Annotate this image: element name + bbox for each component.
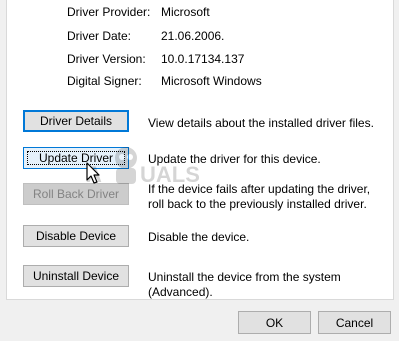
driver-tab-panel: Driver Provider: Microsoft Driver Date: … [6,0,394,300]
driver-date-value: 21.06.2006. [161,29,225,43]
roll-back-driver-button[interactable]: Roll Back Driver [23,183,129,205]
uninstall-device-button[interactable]: Uninstall Device [23,265,129,287]
driver-version-label: Driver Version: [67,52,146,66]
disable-device-button[interactable]: Disable Device [23,225,129,247]
driver-version-value: 10.0.17134.137 [161,52,245,66]
driver-date-label: Driver Date: [67,29,132,43]
driver-provider-value: Microsoft [161,5,210,19]
driver-details-button[interactable]: Driver Details [23,110,129,132]
update-driver-button[interactable]: Update Driver [23,147,129,169]
update-driver-description: Update the driver for this device. [148,152,321,166]
digital-signer-value: Microsoft Windows [161,74,262,88]
cancel-button[interactable]: Cancel [318,311,391,334]
disable-device-description: Disable the device. [148,230,250,244]
uninstall-device-description: Uninstall the device from the system (Ad… [148,270,341,299]
mouse-pointer-icon [86,162,100,184]
roll-back-driver-description: If the device fails after updating the d… [148,182,371,211]
digital-signer-label: Digital Signer: [67,74,142,88]
ok-button[interactable]: OK [238,311,311,334]
driver-details-description: View details about the installed driver … [148,116,374,130]
driver-provider-label: Driver Provider: [67,5,151,19]
